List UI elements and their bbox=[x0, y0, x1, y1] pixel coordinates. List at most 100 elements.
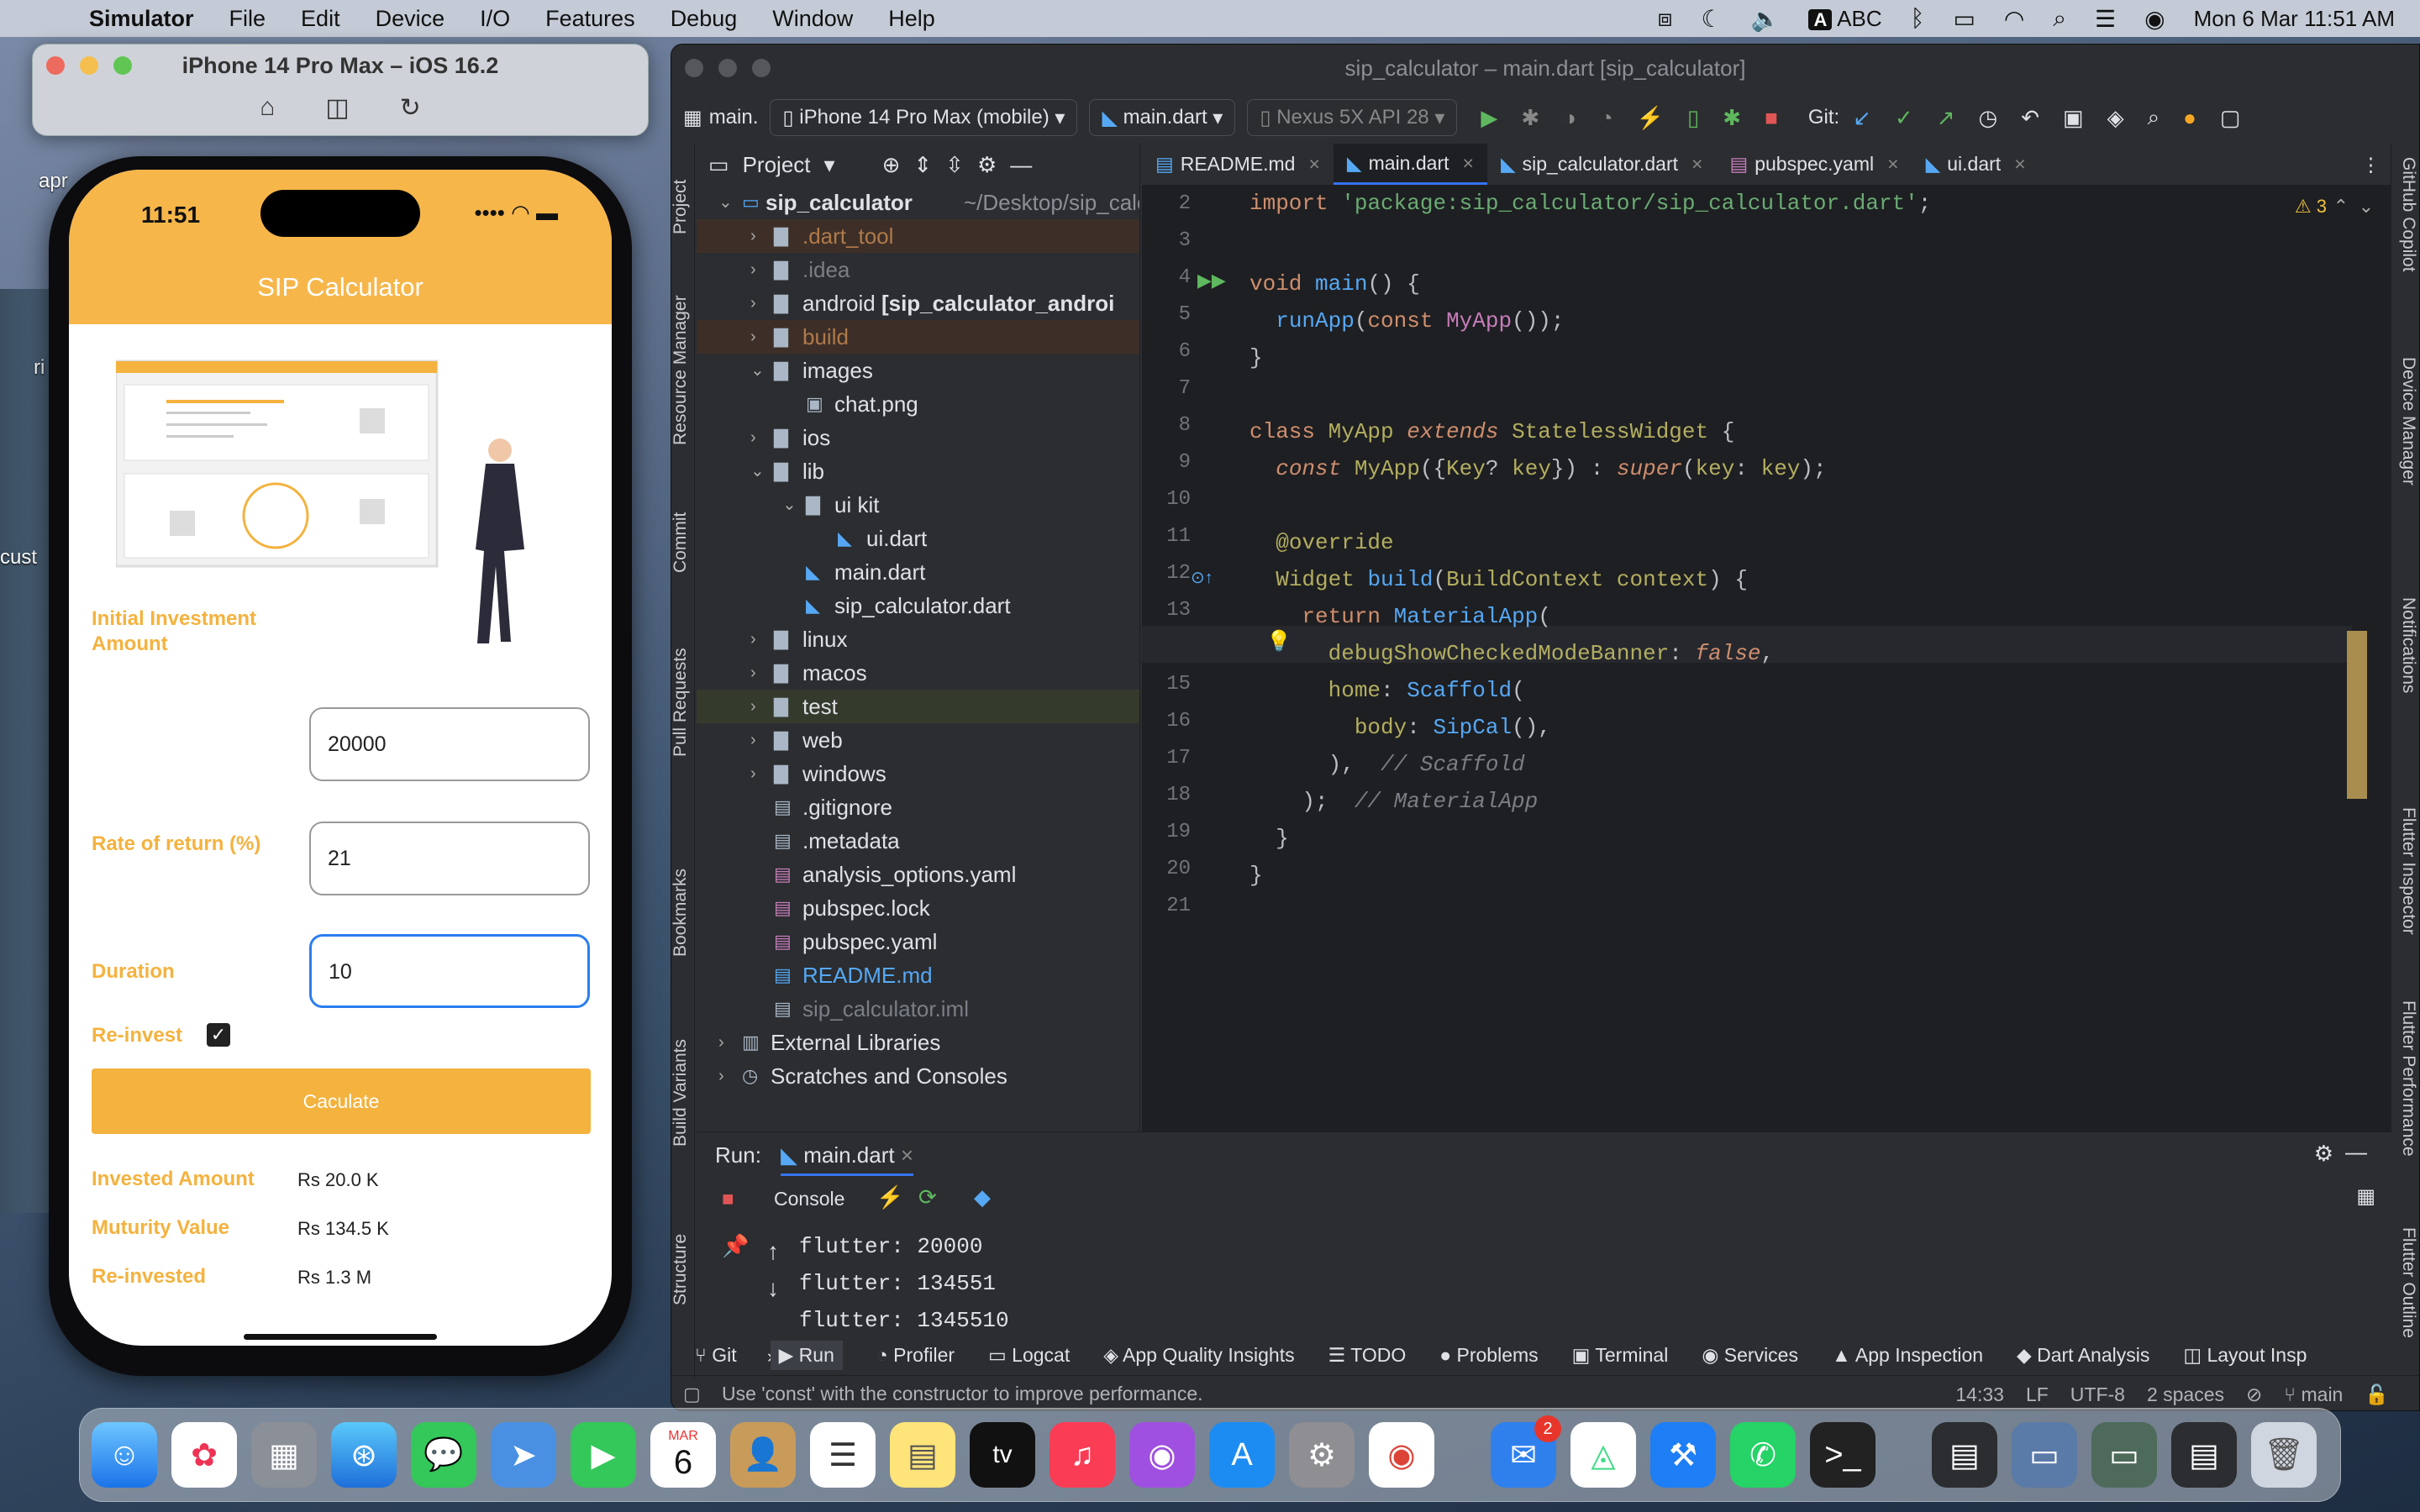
tree-item[interactable]: ▤ pubspec.lock bbox=[697, 891, 1139, 925]
coverage-icon[interactable]: ◑ bbox=[1563, 105, 1576, 131]
scroll-up-icon[interactable]: ↑ bbox=[767, 1238, 779, 1265]
run-tab-main-dart[interactable]: ◣ main.dart × bbox=[781, 1142, 914, 1176]
tree-item[interactable]: › ▇ web bbox=[697, 723, 1139, 757]
status-message[interactable]: Use 'const' with the constructor to impr… bbox=[722, 1383, 1203, 1405]
home-icon[interactable]: ⌂ bbox=[260, 93, 275, 123]
tool-problems[interactable]: ● Problems bbox=[1439, 1344, 1538, 1367]
menu-io[interactable]: I/O bbox=[480, 6, 510, 32]
finder-icon[interactable]: ☺ bbox=[92, 1422, 157, 1488]
desktop-item-label[interactable]: ri bbox=[34, 356, 45, 380]
messages-icon[interactable]: 💬 bbox=[411, 1422, 476, 1488]
search-icon[interactable]: ⌕ bbox=[2053, 5, 2066, 33]
tool-git[interactable]: ⑂ Git bbox=[695, 1344, 737, 1367]
window-thumbnail-editor[interactable]: ▤ bbox=[2171, 1422, 2237, 1488]
scroll-down-icon[interactable]: ↓ bbox=[767, 1275, 779, 1302]
tool-app-quality-insights[interactable]: ◈ App Quality Insights bbox=[1103, 1344, 1294, 1367]
scroll-marker[interactable] bbox=[2347, 631, 2367, 799]
notes-icon[interactable]: ▤ bbox=[890, 1422, 955, 1488]
input-source[interactable]: A ABC bbox=[1808, 6, 1882, 32]
tree-item[interactable]: › ▇ ios bbox=[697, 421, 1139, 454]
hide-icon[interactable]: — bbox=[2345, 1139, 2367, 1165]
contacts-icon[interactable]: 👤 bbox=[730, 1422, 796, 1488]
tree-item[interactable]: ◣ main.dart bbox=[697, 555, 1139, 589]
hot-restart-icon[interactable]: ⟳ bbox=[918, 1184, 937, 1210]
mail-icon[interactable]: ✉ 2 bbox=[1491, 1415, 1561, 1488]
calculate-button[interactable]: Caculate bbox=[92, 1068, 591, 1134]
tool-flutter-performance[interactable]: Flutter Performance bbox=[2393, 1000, 2418, 1194]
device-selector[interactable]: ▯ iPhone 14 Pro Max (mobile) ▾ bbox=[770, 99, 1078, 136]
tree-item[interactable]: › ▇ .dart_tool bbox=[697, 219, 1139, 253]
battery-icon[interactable]: ▭ bbox=[1953, 5, 1975, 33]
facetime-icon[interactable]: ▶ bbox=[571, 1422, 636, 1488]
android-studio-icon[interactable]: ◬ bbox=[1570, 1422, 1636, 1488]
chrome-icon[interactable]: ◉ bbox=[1369, 1422, 1434, 1488]
profile-icon[interactable]: ◔ bbox=[1600, 105, 1613, 131]
tool-logcat[interactable]: ▭ Logcat bbox=[988, 1344, 1070, 1367]
tool-terminal[interactable]: ▣ Terminal bbox=[1572, 1344, 1669, 1367]
tool-notifications[interactable]: Notifications bbox=[2393, 597, 2418, 748]
warnings-indicator[interactable]: ⚠ 3 bbox=[2295, 196, 2327, 218]
tree-item[interactable]: ⌄ ▇ images bbox=[697, 354, 1139, 387]
tree-item[interactable]: › ▇ android [sip_calculator_androi bbox=[697, 286, 1139, 320]
reinvest-checkbox[interactable]: ✓ bbox=[207, 1023, 230, 1047]
update-icon[interactable]: ● bbox=[2183, 105, 2196, 131]
rate-of-return-input[interactable]: 21 bbox=[309, 822, 590, 895]
bluetooth-icon[interactable]: ᛒ bbox=[1911, 5, 1925, 32]
tool-services[interactable]: ◉ Services bbox=[1702, 1344, 1798, 1367]
tool-profiler[interactable]: ◔ Profiler bbox=[876, 1344, 955, 1367]
avatar[interactable]: ▢ bbox=[2220, 105, 2241, 131]
maps-icon[interactable]: ➤ bbox=[491, 1422, 556, 1488]
podcasts-icon[interactable]: ◉ bbox=[1129, 1422, 1195, 1488]
close-icon[interactable]: × bbox=[2014, 153, 2025, 176]
chevron-down-icon[interactable]: ▾ bbox=[824, 152, 835, 178]
focus-moon-icon[interactable]: ☾ bbox=[1701, 5, 1722, 33]
more-tabs-icon[interactable]: ⋮ bbox=[2361, 144, 2381, 185]
window-thumbnail-finder[interactable]: ▭ bbox=[2012, 1422, 2077, 1488]
calendar-icon[interactable]: MAR 6 bbox=[650, 1422, 716, 1488]
tree-item[interactable]: ▤ .gitignore bbox=[697, 790, 1139, 824]
history-icon[interactable]: ◷ bbox=[1979, 105, 1998, 131]
tree-item[interactable]: ▤ analysis_options.yaml bbox=[697, 858, 1139, 891]
tab-readme[interactable]: ▤ README.md × bbox=[1142, 144, 1334, 185]
panel-toggle-icon[interactable]: ▢ bbox=[683, 1383, 701, 1405]
console-tab[interactable]: Console bbox=[774, 1188, 844, 1210]
whatsapp-icon[interactable]: ✆ bbox=[1730, 1422, 1796, 1488]
collapse-all-icon[interactable]: ⇳ bbox=[945, 152, 964, 178]
menu-window[interactable]: Window bbox=[772, 6, 853, 32]
app-store-icon[interactable]: A bbox=[1209, 1422, 1275, 1488]
tree-root[interactable]: ⌄ ▭ sip_calculator ~/Desktop/sip_calc bbox=[697, 186, 1139, 219]
close-icon[interactable]: × bbox=[1308, 153, 1319, 176]
layout-icon[interactable]: ▦ bbox=[2356, 1184, 2375, 1209]
devtools-icon[interactable]: ◆ bbox=[974, 1184, 991, 1210]
tool-dart-analysis[interactable]: ◆ Dart Analysis bbox=[2017, 1344, 2149, 1367]
tab-pubspec[interactable]: ▤ pubspec.yaml × bbox=[1716, 144, 1912, 185]
zoom-button[interactable] bbox=[752, 59, 771, 77]
inspection-icon[interactable]: ⊘ bbox=[2246, 1383, 2262, 1406]
tree-item[interactable]: › ◷ Scratches and Consoles bbox=[697, 1059, 1139, 1093]
tool-pull-requests[interactable]: Pull Requests bbox=[671, 622, 696, 782]
music-icon[interactable]: ♫ bbox=[1050, 1422, 1115, 1488]
tv-icon[interactable]: tv bbox=[970, 1422, 1035, 1488]
tool-layout-inspector[interactable]: ◫ Layout Insp bbox=[2183, 1344, 2307, 1367]
chevron-up-icon[interactable]: ⌃ bbox=[2333, 196, 2349, 218]
tool-structure[interactable]: Structure bbox=[671, 1210, 696, 1328]
lock-icon[interactable]: 🔓 bbox=[2365, 1383, 2389, 1406]
tree-item[interactable]: › ▇ macos bbox=[697, 656, 1139, 690]
stop-icon[interactable]: ■ bbox=[722, 1188, 734, 1211]
tool-bookmarks[interactable]: Bookmarks bbox=[671, 849, 696, 975]
reminders-icon[interactable]: ☰ bbox=[810, 1422, 876, 1488]
safari-icon[interactable]: ⊛ bbox=[331, 1422, 397, 1488]
desktop-item-label[interactable]: cust bbox=[0, 546, 37, 570]
tool-app-inspection[interactable]: ▲ App Inspection bbox=[1832, 1344, 1983, 1367]
tool-resource-manager[interactable]: Resource Manager bbox=[671, 278, 696, 463]
git-commit-icon[interactable]: ✓ bbox=[1895, 105, 1913, 131]
expand-all-icon[interactable]: ⇕ bbox=[913, 152, 932, 178]
tree-item[interactable]: › ▇ windows bbox=[697, 757, 1139, 790]
photos-icon[interactable]: ✿ bbox=[171, 1422, 237, 1488]
tree-item[interactable]: › ▇ linux bbox=[697, 622, 1139, 656]
line-ending[interactable]: LF bbox=[2026, 1383, 2049, 1406]
tool-run[interactable]: ▶ Run bbox=[770, 1340, 843, 1370]
git-push-icon[interactable]: ↗ bbox=[1937, 105, 1955, 131]
tree-item[interactable]: ▤ pubspec.yaml bbox=[697, 925, 1139, 958]
search-icon[interactable]: ⌕ bbox=[2148, 104, 2160, 131]
